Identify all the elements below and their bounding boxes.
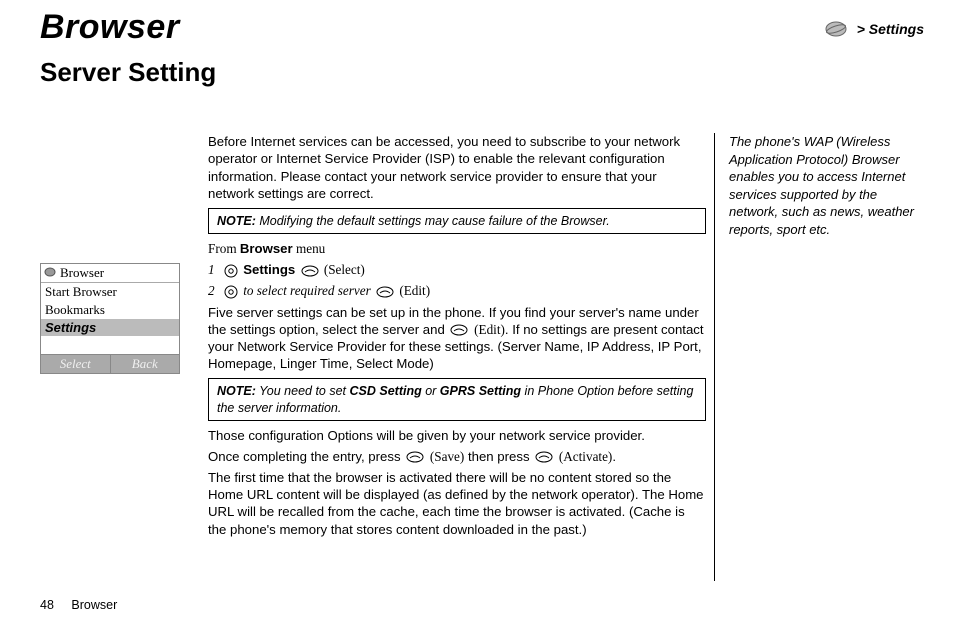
from-bold: Browser bbox=[240, 241, 293, 256]
note-label: NOTE: bbox=[217, 214, 256, 228]
phone-spacer bbox=[41, 336, 179, 354]
phone-menu-item: Start Browser bbox=[41, 283, 179, 301]
phone-screen: Browser Start Browser Bookmarks Settings… bbox=[40, 263, 180, 374]
from-line: From Browser menu bbox=[208, 240, 706, 257]
step-number: 1 bbox=[208, 262, 215, 277]
softkey-icon bbox=[406, 451, 424, 463]
step-number: 2 bbox=[208, 283, 215, 298]
nav-key-icon bbox=[224, 264, 238, 278]
note-body: You need to set CSD Setting or GPRS Sett… bbox=[217, 384, 693, 414]
para-text: . bbox=[612, 449, 616, 464]
phone-title-text: Browser bbox=[60, 265, 104, 281]
softkey-icon bbox=[535, 451, 553, 463]
phone-screen-title: Browser bbox=[41, 264, 179, 283]
note-box: NOTE: You need to set CSD Setting or GPR… bbox=[208, 378, 706, 421]
from-prefix: From bbox=[208, 241, 240, 256]
para-action: (Activate) bbox=[559, 449, 612, 464]
breadcrumb-text: > Settings bbox=[857, 21, 924, 37]
step-action: (Select) bbox=[324, 262, 365, 277]
para-text: Once completing the entry, press bbox=[208, 449, 404, 464]
note-body: Modifying the default settings may cause… bbox=[256, 214, 610, 228]
section-heading: Server Setting bbox=[40, 57, 706, 127]
phone-softkeys: Select Back bbox=[41, 354, 179, 373]
from-suffix: menu bbox=[293, 241, 326, 256]
note-box: NOTE: Modifying the default settings may… bbox=[208, 208, 706, 234]
softkey-right: Back bbox=[110, 355, 180, 373]
paragraph: Five server settings can be set up in th… bbox=[208, 304, 706, 373]
softkey-icon bbox=[301, 265, 319, 277]
para-text: then press bbox=[464, 449, 533, 464]
step-bold: Settings bbox=[243, 262, 295, 277]
globe-icon bbox=[44, 265, 56, 281]
page-number: 48 bbox=[40, 598, 54, 612]
left-column: Browser Start Browser Bookmarks Settings… bbox=[40, 133, 190, 581]
nav-key-icon bbox=[224, 285, 238, 299]
phone-menu-item: Bookmarks bbox=[41, 301, 179, 319]
paragraph: Once completing the entry, press (Save) … bbox=[208, 448, 706, 465]
softkey-icon bbox=[376, 286, 394, 298]
sidebar-note-text: The phone's WAP (Wireless Application Pr… bbox=[729, 133, 924, 238]
main-content: Before Internet services can be accessed… bbox=[208, 133, 706, 581]
header-title: Browser bbox=[40, 8, 180, 47]
paragraph: The first time that the browser is activ… bbox=[208, 469, 706, 538]
intro-paragraph: Before Internet services can be accessed… bbox=[208, 133, 706, 202]
step-action: (Edit) bbox=[399, 283, 430, 298]
page-header: Browser > Settings bbox=[40, 8, 924, 47]
step-2: 2 to select required server (Edit) bbox=[208, 282, 706, 299]
breadcrumb: > Settings bbox=[823, 20, 924, 38]
para-action: (Save) bbox=[430, 449, 464, 464]
softkey-icon bbox=[450, 324, 468, 336]
note-label: NOTE: bbox=[217, 384, 256, 398]
sidebar-note: The phone's WAP (Wireless Application Pr… bbox=[714, 133, 924, 581]
phone-menu-item-selected: Settings bbox=[41, 319, 179, 336]
softkey-left: Select bbox=[41, 355, 110, 373]
footer-label: Browser bbox=[71, 598, 117, 612]
paragraph: Those configuration Options will be give… bbox=[208, 427, 706, 444]
step-1: 1 Settings (Select) bbox=[208, 261, 706, 278]
globe-icon bbox=[823, 20, 849, 38]
page-footer: 48 Browser bbox=[40, 598, 117, 612]
step-text: to select required server bbox=[243, 283, 371, 298]
para-action: (Edit) bbox=[474, 322, 505, 337]
